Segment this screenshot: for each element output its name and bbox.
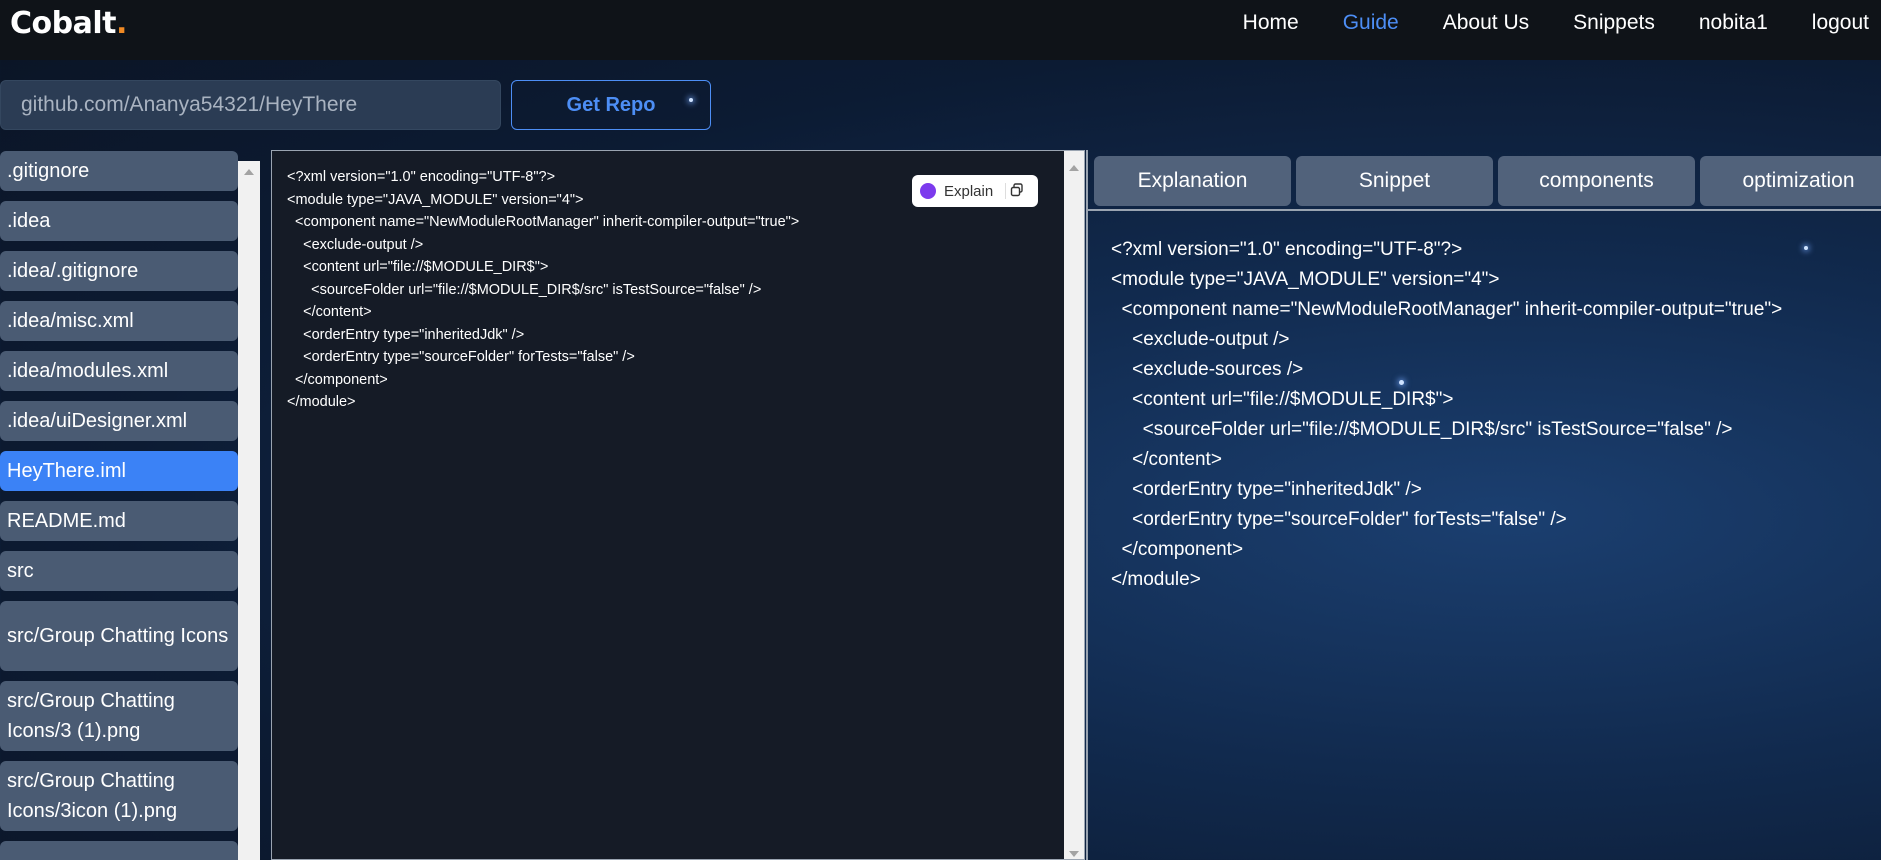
repo-url-input[interactable] [21,93,480,117]
explain-button[interactable]: Explain [944,183,993,200]
tabs-divider [1088,209,1881,211]
file-item[interactable]: src [0,551,238,591]
navbar: Cobalt. Home Guide About Us Snippets nob… [0,0,1881,60]
analysis-panel: Explanation Snippet components optimizat… [1086,150,1881,860]
nav-guide[interactable]: Guide [1343,11,1399,35]
nav-snippets[interactable]: Snippets [1573,11,1655,35]
file-item[interactable]: src/Group Chatting Icons/3 (1).png [0,681,238,751]
repo-url-field[interactable] [0,80,501,130]
analysis-tabs: Explanation Snippet components optimizat… [1094,156,1881,206]
brand-logo[interactable]: Cobalt. [10,6,127,41]
copy-icon[interactable] [1005,183,1023,199]
file-item[interactable]: README.md [0,501,238,541]
code-toolbar: Explain [912,175,1038,207]
file-item-partial[interactable] [0,841,238,860]
file-item[interactable]: .gitignore [0,151,238,191]
nav-logout[interactable]: logout [1812,11,1869,35]
code-viewer: <?xml version="1.0" encoding="UTF-8"?> <… [271,150,1085,860]
file-item[interactable]: src/Group Chatting Icons [0,601,238,671]
get-repo-button[interactable]: Get Repo [511,80,711,130]
tab-explanation[interactable]: Explanation [1094,156,1291,206]
tab-optimization[interactable]: optimization [1700,156,1881,206]
code-scrollbar[interactable] [1064,151,1084,859]
file-item-active[interactable]: HeyThere.iml [0,451,238,491]
file-item[interactable]: .idea/.gitignore [0,251,238,291]
scroll-up-arrow-icon[interactable] [244,169,254,175]
file-sidebar: .gitignore .idea .idea/.gitignore .idea/… [0,151,262,860]
nav-about-us[interactable]: About Us [1443,11,1529,35]
file-item[interactable]: .idea [0,201,238,241]
tab-snippet[interactable]: Snippet [1296,156,1493,206]
file-item[interactable]: src/Group Chatting Icons/3icon (1).png [0,761,238,831]
nav-home[interactable]: Home [1243,11,1299,35]
brand-dot: . [115,5,127,41]
file-item[interactable]: .idea/modules.xml [0,351,238,391]
nav-username[interactable]: nobita1 [1699,11,1768,35]
file-item[interactable]: .idea/misc.xml [0,301,238,341]
scroll-up-arrow-icon[interactable] [1069,165,1079,171]
brand-name: Cobalt [10,5,116,41]
file-item[interactable]: .idea/uiDesigner.xml [0,401,238,441]
sidebar-scrollbar[interactable] [238,161,260,860]
nav-links: Home Guide About Us Snippets nobita1 log… [1243,0,1881,53]
brain-icon [920,183,936,199]
scroll-down-arrow-icon[interactable] [1069,851,1079,857]
tab-components[interactable]: components [1498,156,1695,206]
explanation-content: <?xml version="1.0" encoding="UTF-8"?> <… [1111,239,1783,590]
